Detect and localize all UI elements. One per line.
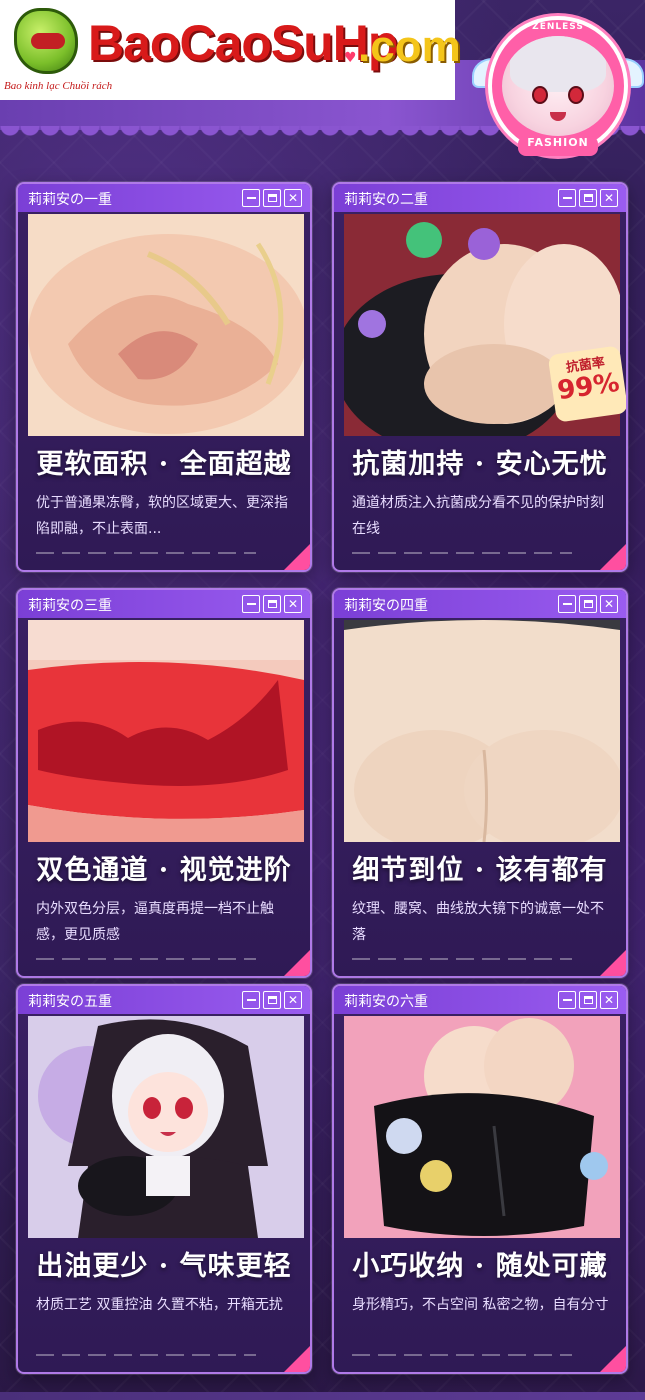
logo-tld: .com — [358, 22, 461, 71]
card-description: 材质工艺 双重控油 久置不粘，开箱无扰 — [36, 1297, 283, 1313]
minimize-icon[interactable] — [242, 991, 260, 1009]
maximize-icon[interactable] — [579, 595, 597, 613]
window-titlebar: 莉莉安の五重 ✕ — [18, 986, 310, 1014]
card-description: 优于普通果冻臀，软的区域更大、更深指陷即融，不止表面... — [36, 495, 288, 537]
product-photo — [344, 1016, 620, 1238]
card-description: 身形精巧，不占空间 私密之物，自有分寸 — [352, 1297, 609, 1313]
feature-card-3: 莉莉安の三重 ✕ 双色通道 · 视觉进阶 内外双色分层，逼真度再提一档不止触感，… — [16, 588, 312, 978]
corner-accent — [284, 544, 310, 570]
close-icon[interactable]: ✕ — [284, 595, 302, 613]
window-titlebar: 莉莉安の六重 ✕ — [334, 986, 626, 1014]
badge-top-text: ZENLESS — [532, 22, 584, 32]
maximize-icon[interactable] — [263, 595, 281, 613]
product-photo — [28, 620, 304, 842]
feature-card-4: 莉莉安の四重 ✕ 细节到位 · 该有都有 纹理、腰窝、曲线放大镜下的诚意一处不落 — [332, 588, 628, 978]
divider — [352, 958, 572, 960]
close-icon[interactable]: ✕ — [600, 991, 618, 1009]
feature-card-5: 莉莉安の五重 ✕ 出油更少 · 气味更轻 材质工艺 双重控油 久置不粘，开箱无扰 — [16, 984, 312, 1374]
corner-accent — [600, 950, 626, 976]
logo-slogan: Bao kinh lạc Chuồi rách — [4, 80, 113, 92]
site-logo[interactable]: BaoCaoSuHp ♥ .com Bao kinh lạc Chuồi rác… — [0, 0, 461, 100]
maximize-icon[interactable] — [579, 189, 597, 207]
card-description: 通道材质注入抗菌成分看不见的保护时刻在线 — [352, 495, 604, 537]
close-icon[interactable]: ✕ — [600, 595, 618, 613]
card-headline: 抗菌加持 · 安心无忧 — [352, 449, 608, 480]
divider — [36, 958, 256, 960]
feature-card-1: 莉莉安の一重 ✕ 更软面积 · 全面超越 优于普通果冻臀，软的区域更大、更深指陷… — [16, 182, 312, 572]
product-photo — [28, 1016, 304, 1238]
corner-accent — [284, 1346, 310, 1372]
window-titlebar: 莉莉安の四重 ✕ — [334, 590, 626, 618]
maximize-icon[interactable] — [579, 991, 597, 1009]
card-headline: 细节到位 · 该有都有 — [352, 855, 608, 886]
corner-accent — [600, 544, 626, 570]
product-photo — [28, 214, 304, 436]
card-title: 莉莉安の四重 — [344, 598, 428, 614]
card-headline: 小巧收纳 · 随处可藏 — [352, 1251, 608, 1282]
card-description: 内外双色分层，逼真度再提一档不止触感，更见质感 — [36, 901, 274, 943]
minimize-icon[interactable] — [558, 189, 576, 207]
close-icon[interactable]: ✕ — [600, 189, 618, 207]
divider — [36, 1354, 256, 1356]
card-title: 莉莉安の五重 — [28, 994, 112, 1010]
feature-card-6: 莉莉安の六重 ✕ 小巧收纳 · 随处可藏 身形精巧，不占空间 私密之物，自有分寸 — [332, 984, 628, 1374]
feature-card-2: 莉莉安の二重 ✕ 抗菌率 99% 抗菌加持 · 安心无忧 通道材质注入抗菌成分看… — [332, 182, 628, 572]
product-photo — [344, 620, 620, 842]
close-icon[interactable]: ✕ — [284, 991, 302, 1009]
character-portrait — [502, 36, 614, 136]
card-title: 莉莉安の六重 — [344, 994, 428, 1010]
corner-accent — [284, 950, 310, 976]
window-titlebar: 莉莉安の二重 ✕ — [334, 184, 626, 212]
divider — [352, 1354, 572, 1356]
maximize-icon[interactable] — [263, 991, 281, 1009]
divider — [352, 552, 572, 554]
minimize-icon[interactable] — [242, 189, 260, 207]
header: BaoCaoSuHp ♥ .com Bao kinh lạc Chuồi rác… — [0, 0, 645, 156]
card-title: 莉莉安の二重 — [344, 192, 428, 208]
card-headline: 出油更少 · 气味更轻 — [36, 1251, 292, 1282]
window-titlebar: 莉莉安の一重 ✕ — [18, 184, 310, 212]
window-titlebar: 莉莉安の三重 ✕ — [18, 590, 310, 618]
brand-badge: ZENLESS FASHION — [472, 8, 644, 168]
bottom-bar — [0, 1392, 645, 1400]
divider — [36, 552, 256, 554]
card-headline: 更软面积 · 全面超越 — [36, 449, 292, 480]
mascot-icon — [14, 8, 78, 74]
card-description: 纹理、腰窝、曲线放大镜下的诚意一处不落 — [352, 901, 604, 943]
minimize-icon[interactable] — [558, 595, 576, 613]
antibacterial-sticker: 抗菌率 99% — [547, 345, 626, 423]
close-icon[interactable]: ✕ — [284, 189, 302, 207]
corner-accent — [600, 1346, 626, 1372]
heart-icon: ♥ — [344, 50, 357, 66]
minimize-icon[interactable] — [242, 595, 260, 613]
card-title: 莉莉安の三重 — [28, 598, 112, 614]
badge-bottom-text: FASHION — [518, 136, 598, 156]
maximize-icon[interactable] — [263, 189, 281, 207]
card-headline: 双色通道 · 视觉进阶 — [36, 855, 292, 886]
card-title: 莉莉安の一重 — [28, 192, 112, 208]
minimize-icon[interactable] — [558, 991, 576, 1009]
